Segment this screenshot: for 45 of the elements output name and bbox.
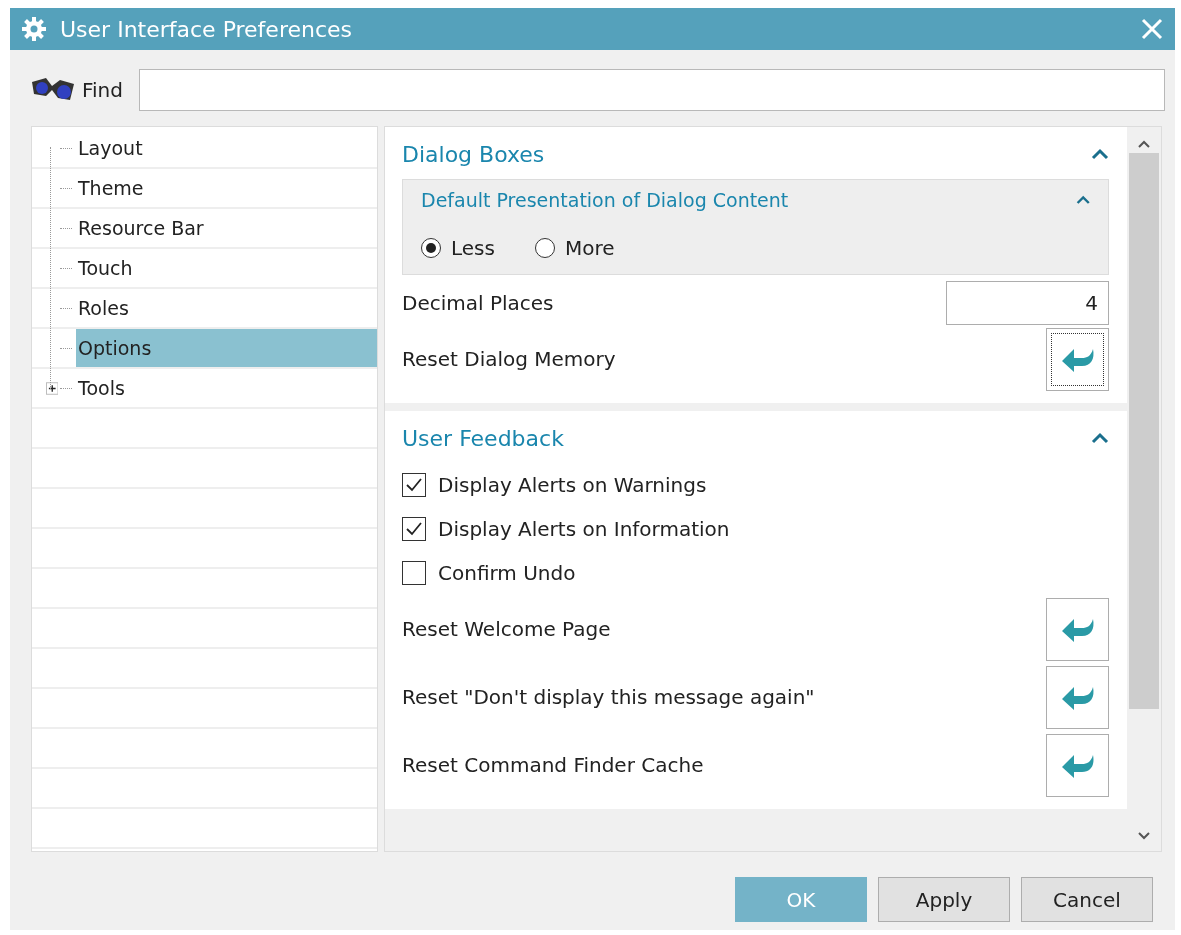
tree-item[interactable]: Options xyxy=(76,329,377,367)
scroll-up-icon[interactable] xyxy=(1137,139,1151,149)
tree-item[interactable]: Layout xyxy=(76,129,377,167)
scroll-down-icon[interactable] xyxy=(1137,831,1151,841)
radio-button[interactable] xyxy=(421,238,441,258)
tree-item[interactable]: Roles xyxy=(76,289,377,327)
find-label: Find xyxy=(82,78,123,102)
reset-label: Reset Dialog Memory xyxy=(402,347,616,371)
checkbox-label: Confirm Undo xyxy=(438,561,576,585)
section-title: Dialog Boxes xyxy=(402,141,545,167)
tree-item[interactable]: Resource Bar xyxy=(76,209,377,247)
radio-button[interactable] xyxy=(534,238,555,258)
reset-label: Reset Command Finder Cache xyxy=(402,753,704,777)
tree-item[interactable]: Touch xyxy=(76,249,377,287)
radio-option[interactable]: More xyxy=(534,236,615,260)
plus-box-icon[interactable] xyxy=(46,381,59,395)
checkbox-label: Display Alerts on Warnings xyxy=(438,473,707,497)
radio-label: Less xyxy=(451,236,495,260)
reset-label: Reset Welcome Page xyxy=(402,617,611,641)
checkbox[interactable] xyxy=(402,561,426,585)
group-title: Default Presentation of Dialog Content xyxy=(421,189,789,211)
dialog-button[interactable]: Cancel xyxy=(1021,877,1153,922)
checkbox-label: Display Alerts on Information xyxy=(438,517,730,541)
window-title: User Interface Preferences xyxy=(60,16,353,42)
gear-icon xyxy=(22,17,46,41)
checkbox[interactable] xyxy=(402,517,426,541)
field-label: Decimal Places xyxy=(402,291,554,315)
checkmark-icon xyxy=(406,478,422,492)
reset-label: Reset "Don't display this message again" xyxy=(402,685,815,709)
find-field[interactable] xyxy=(139,69,1165,111)
close-icon[interactable] xyxy=(1141,18,1163,40)
radio-label: More xyxy=(564,236,615,260)
chevron-up-icon[interactable] xyxy=(1091,148,1109,160)
chevron-up-icon[interactable] xyxy=(1091,432,1109,444)
chevron-up-icon[interactable] xyxy=(1075,195,1090,205)
scroll-thumb[interactable] xyxy=(1129,153,1159,709)
section-title: User Feedback xyxy=(402,425,564,451)
number-field[interactable]: 4 xyxy=(946,281,1109,325)
reset-button[interactable] xyxy=(1046,327,1109,391)
dialog-button[interactable]: Apply xyxy=(878,877,1010,922)
tree-item[interactable]: Tools xyxy=(76,369,377,407)
checkbox[interactable] xyxy=(402,473,426,497)
radio-option[interactable]: Less xyxy=(421,236,495,260)
tree-item[interactable]: Theme xyxy=(76,169,377,207)
checkmark-icon xyxy=(406,522,422,536)
